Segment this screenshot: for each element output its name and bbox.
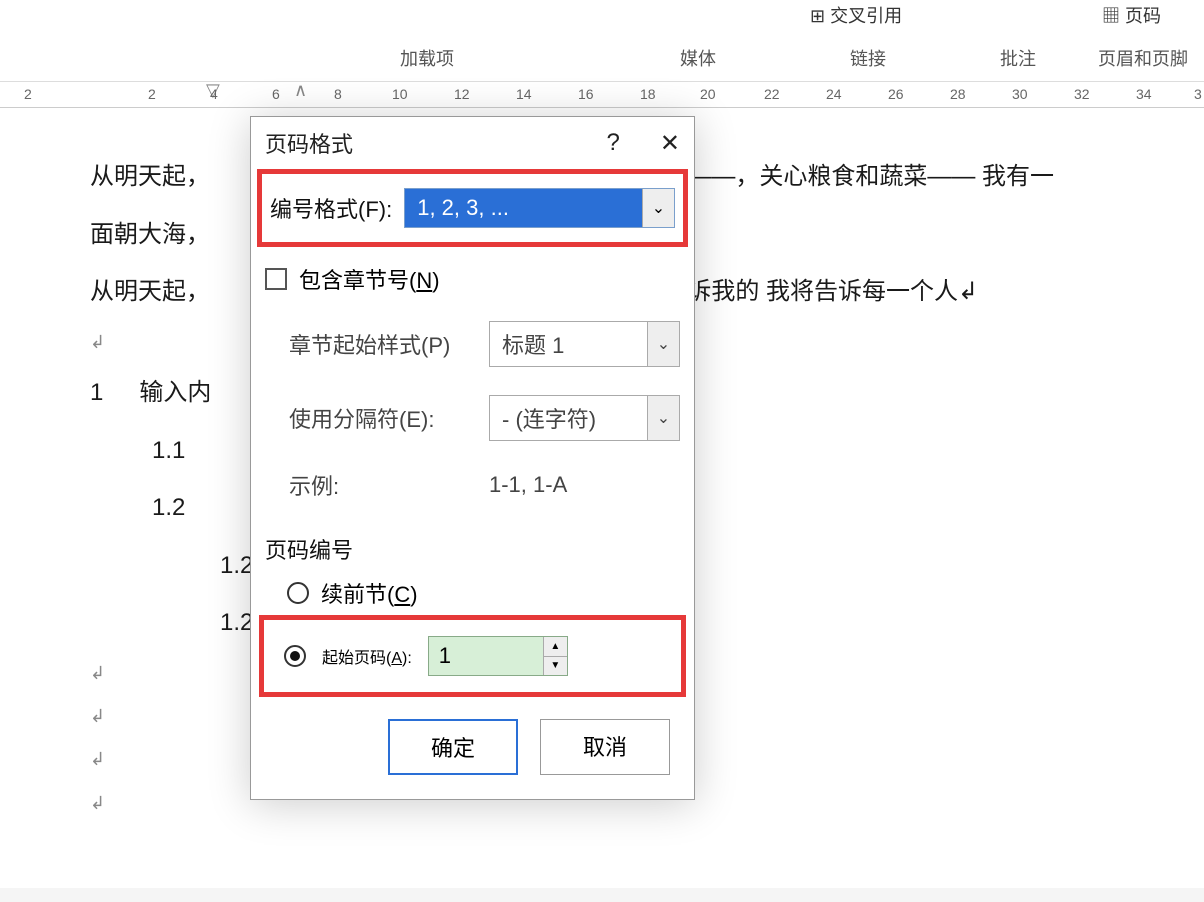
start-at-label: 起始页码(A):	[322, 644, 412, 668]
start-at-radio[interactable]	[284, 645, 306, 667]
page-number-format-dialog: 页码格式 ? ✕ 编号格式(F): 1, 2, 3, ... ⌄ 包含章节号(N…	[250, 116, 695, 800]
continue-previous-label: 续前节(C)	[321, 577, 418, 609]
example-value: 1-1, 1-A	[489, 472, 567, 498]
start-at-spinner[interactable]: 1 ▲ ▼	[428, 636, 568, 676]
help-button[interactable]: ?	[607, 129, 620, 157]
ruler[interactable]: 2 ▽ ∧ 2 4 6 8 10 12 14 16 18 20 22 24 26…	[0, 82, 1204, 108]
include-chapter-row[interactable]: 包含章节号(N)	[251, 257, 694, 307]
spinner-up-icon[interactable]: ▲	[543, 637, 567, 657]
start-at-highlight: 起始页码(A): 1 ▲ ▼	[259, 615, 686, 697]
separator-label: 使用分隔符(E):	[289, 402, 479, 434]
chevron-down-icon[interactable]: ⌄	[642, 189, 674, 227]
ribbon-group-addins[interactable]: 加载项	[400, 45, 454, 71]
ribbon-group-comments[interactable]: 批注	[1000, 45, 1036, 71]
continue-previous-radio[interactable]	[287, 582, 309, 604]
number-format-highlight: 编号格式(F): 1, 2, 3, ... ⌄	[257, 169, 688, 247]
continue-previous-row[interactable]: 续前节(C)	[251, 569, 694, 615]
ribbon-group-media[interactable]: 媒体	[680, 45, 716, 71]
include-chapter-checkbox[interactable]	[265, 268, 287, 290]
ribbon-group-headerfooter[interactable]: 页眉和页脚	[1098, 45, 1188, 71]
ribbon-group-links[interactable]: 链接	[850, 45, 886, 71]
spinner-down-icon[interactable]: ▼	[543, 657, 567, 676]
separator-select[interactable]: - (连字符) ⌄	[489, 395, 680, 441]
number-format-value: 1, 2, 3, ...	[405, 189, 642, 227]
chevron-down-icon[interactable]: ⌄	[647, 322, 679, 366]
start-at-value[interactable]: 1	[429, 637, 543, 675]
example-label: 示例:	[289, 469, 479, 501]
ribbon-pagenum-label: ▦ 页码	[1102, 2, 1161, 28]
cancel-button[interactable]: 取消	[540, 719, 670, 775]
chapter-start-label: 章节起始样式(P)	[289, 328, 479, 360]
chapter-options: 章节起始样式(P) 标题 1 ⌄ 使用分隔符(E): - (连字符) ⌄ 示例:…	[251, 307, 694, 521]
tab-marker-icon[interactable]: ∧	[294, 80, 307, 101]
page-numbering-section: 页码编号	[251, 521, 694, 569]
chevron-down-icon[interactable]: ⌄	[647, 396, 679, 440]
chapter-start-select[interactable]: 标题 1 ⌄	[489, 321, 680, 367]
dialog-title-text: 页码格式	[265, 127, 353, 159]
dialog-actions: 确定 取消	[251, 713, 694, 799]
ribbon-crossref-label: ⊞ 交叉引用	[810, 2, 902, 28]
ok-button[interactable]: 确定	[388, 719, 518, 775]
dialog-titlebar: 页码格式 ? ✕	[251, 117, 694, 163]
ribbon: ⊞ 交叉引用 ▦ 页码 加载项 媒体 链接 批注 页眉和页脚	[0, 0, 1204, 82]
number-format-label: 编号格式(F):	[270, 192, 392, 224]
include-chapter-label: 包含章节号(N)	[299, 263, 440, 295]
ruler-left-margin: 2	[24, 86, 32, 102]
close-button[interactable]: ✕	[660, 129, 680, 158]
number-format-select[interactable]: 1, 2, 3, ... ⌄	[404, 188, 675, 228]
